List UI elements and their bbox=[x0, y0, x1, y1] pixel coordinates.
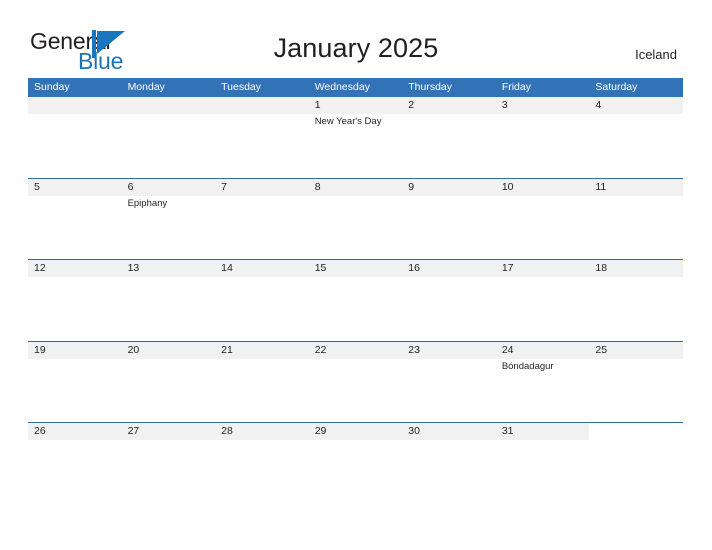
calendar-week-row: 19 20 21 22 23 24 Bóndadagur 25 bbox=[28, 340, 683, 423]
day-number: 1 bbox=[314, 99, 321, 111]
day-number: 2 bbox=[408, 99, 415, 111]
calendar-day-cell[interactable]: 26 bbox=[28, 423, 122, 504]
day-number: 28 bbox=[221, 425, 233, 437]
day-number: 10 bbox=[501, 180, 514, 193]
calendar-day-cell[interactable]: 5 bbox=[28, 179, 122, 260]
calendar-day-cell[interactable]: 29 bbox=[309, 423, 403, 504]
calendar-day-cell[interactable]: 21 bbox=[215, 342, 309, 423]
day-number: 4 bbox=[595, 99, 602, 111]
day-number: 14 bbox=[221, 262, 233, 274]
day-number: 23 bbox=[408, 343, 420, 356]
calendar-day-cell[interactable]: 17 bbox=[496, 260, 590, 341]
calendar-day-cell-empty bbox=[215, 97, 309, 178]
holiday-event: Epiphany bbox=[127, 197, 168, 209]
calendar-day-cell[interactable]: 6 Epiphany bbox=[122, 179, 216, 260]
calendar-weeks: 1 New Year's Day 2 3 4 5 6 Epiphany 7 8 9 10 11 12 13 1… bbox=[28, 97, 683, 504]
day-number: 30 bbox=[408, 425, 420, 437]
week-cells: 26 27 28 29 30 31 bbox=[28, 423, 683, 504]
day-events: Epiphany bbox=[128, 196, 216, 210]
calendar-day-cell[interactable]: 25 bbox=[589, 342, 683, 423]
calendar-week-row: 5 6 Epiphany 7 8 9 10 11 bbox=[28, 177, 683, 260]
calendar-day-cell-empty bbox=[589, 423, 683, 504]
region-label: Iceland bbox=[635, 47, 677, 62]
calendar-day-cell[interactable]: 3 bbox=[496, 97, 590, 178]
calendar-grid: Sunday Monday Tuesday Wednesday Thursday Frid… bbox=[28, 78, 683, 504]
empty-band-cover bbox=[589, 423, 683, 440]
day-number: 21 bbox=[221, 343, 233, 356]
day-number bbox=[128, 97, 216, 114]
weekday-header-row: Sunday Monday Tuesday Wednesday Thursday Frid… bbox=[28, 78, 683, 97]
calendar-day-cell[interactable]: 28 bbox=[215, 423, 309, 504]
weekday-header-friday: Friday bbox=[501, 81, 531, 93]
day-number: 25 bbox=[595, 343, 608, 356]
weekday-header-sunday: Sunday bbox=[34, 81, 70, 93]
week-cells: 19 20 21 22 23 24 Bóndadagur 25 bbox=[28, 342, 683, 423]
calendar-day-cell[interactable]: 14 bbox=[215, 260, 309, 341]
week-cells: 12 13 14 15 16 17 18 bbox=[28, 260, 683, 341]
day-number: 17 bbox=[501, 262, 514, 274]
day-number: 22 bbox=[314, 343, 327, 356]
page-header: General Blue January 2025 Iceland bbox=[0, 0, 712, 78]
day-number: 31 bbox=[501, 425, 514, 437]
calendar-week-row: 26 27 28 29 30 31 bbox=[28, 422, 683, 504]
calendar-week-row: 1 New Year's Day 2 3 4 bbox=[28, 97, 683, 178]
day-number: 13 bbox=[127, 262, 140, 274]
weekday-header-thursday: Thursday bbox=[408, 81, 453, 93]
calendar-day-cell[interactable]: 7 bbox=[215, 179, 309, 260]
calendar-day-cell[interactable]: 10 bbox=[496, 179, 590, 260]
calendar-day-cell[interactable]: 19 bbox=[28, 342, 122, 423]
calendar-day-cell[interactable]: 31 bbox=[496, 423, 590, 504]
page-title: January 2025 bbox=[273, 33, 439, 63]
calendar-day-cell[interactable]: 2 bbox=[402, 97, 496, 178]
day-number: 27 bbox=[127, 425, 140, 437]
weekday-header-tuesday: Tuesday bbox=[221, 81, 262, 93]
calendar-day-cell[interactable]: 11 bbox=[589, 179, 683, 260]
calendar-day-cell[interactable]: 27 bbox=[122, 423, 216, 504]
weekday-header-saturday: Saturday bbox=[595, 81, 638, 93]
day-number: 29 bbox=[314, 425, 327, 437]
holiday-event: New Year's Day bbox=[314, 116, 382, 127]
day-number: 12 bbox=[34, 262, 46, 274]
calendar-day-cell[interactable]: 15 bbox=[309, 260, 403, 341]
calendar-day-cell[interactable]: 4 bbox=[589, 97, 683, 178]
day-number: 5 bbox=[34, 180, 40, 193]
calendar-day-cell[interactable]: 23 bbox=[402, 342, 496, 423]
calendar-day-cell[interactable]: 18 bbox=[589, 260, 683, 341]
weekday-header-wednesday: Wednesday bbox=[314, 81, 370, 93]
weekday-header-monday: Monday bbox=[127, 81, 165, 93]
day-number: 15 bbox=[314, 262, 327, 274]
day-number: 20 bbox=[127, 343, 140, 356]
calendar-day-cell[interactable]: 8 bbox=[309, 179, 403, 260]
calendar-day-cell[interactable]: 16 bbox=[402, 260, 496, 341]
calendar-day-cell[interactable]: 22 bbox=[309, 342, 403, 423]
day-number: 18 bbox=[595, 262, 608, 274]
day-number: 24 bbox=[501, 343, 514, 356]
week-cells: 1 New Year's Day 2 3 4 bbox=[28, 97, 683, 178]
week-cells: 5 6 Epiphany 7 8 9 10 11 bbox=[28, 179, 683, 260]
day-number: 7 bbox=[221, 180, 227, 193]
day-number: 16 bbox=[408, 262, 420, 274]
day-number: 3 bbox=[501, 99, 508, 111]
day-number: 11 bbox=[595, 180, 607, 193]
day-events: New Year's Day bbox=[315, 114, 403, 128]
calendar-day-cell[interactable]: 24 Bóndadagur bbox=[496, 342, 590, 423]
day-number: 9 bbox=[408, 180, 415, 193]
calendar-week-row: 12 13 14 15 16 17 18 bbox=[28, 259, 683, 341]
holiday-event: Bóndadagur bbox=[501, 360, 554, 372]
day-number: 6 bbox=[127, 180, 134, 193]
day-number: 26 bbox=[34, 425, 46, 437]
calendar-day-cell[interactable]: 12 bbox=[28, 260, 122, 341]
calendar-day-cell-empty bbox=[122, 97, 216, 178]
day-number bbox=[34, 97, 122, 114]
calendar-day-cell-empty bbox=[28, 97, 122, 178]
day-events: Bóndadagur bbox=[502, 359, 590, 373]
day-number: 19 bbox=[34, 343, 46, 356]
day-number bbox=[221, 97, 309, 114]
calendar-day-cell[interactable]: 9 bbox=[402, 179, 496, 260]
day-number: 8 bbox=[314, 180, 321, 193]
calendar-day-cell[interactable]: 30 bbox=[402, 423, 496, 504]
calendar-day-cell[interactable]: 13 bbox=[122, 260, 216, 341]
calendar-day-cell[interactable]: 20 bbox=[122, 342, 216, 423]
calendar-day-cell[interactable]: 1 New Year's Day bbox=[309, 97, 403, 178]
